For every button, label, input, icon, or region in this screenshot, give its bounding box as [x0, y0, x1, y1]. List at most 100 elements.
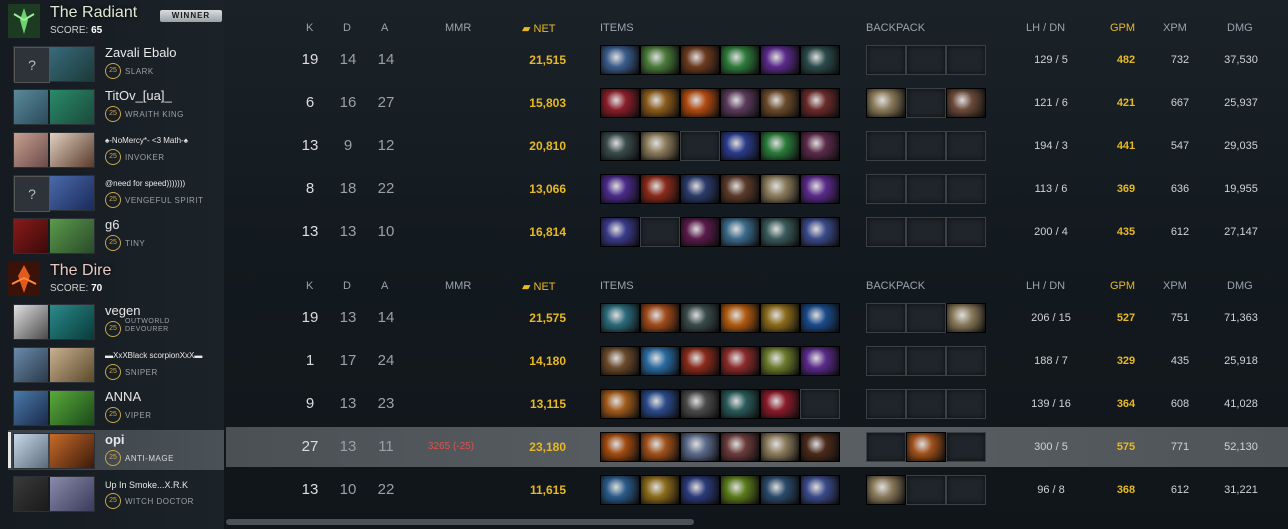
- item-slot-icon[interactable]: [760, 346, 800, 376]
- item-slot-icon[interactable]: [680, 432, 720, 462]
- dire-player-row[interactable]: ▬XxXBlack scorpionXxX▬ 25 SNIPER: [10, 344, 224, 384]
- empty-backpack-slot[interactable]: [906, 303, 946, 333]
- backpack-item-icon[interactable]: [866, 475, 906, 505]
- radiant-stat-row[interactable]: 8 18 22 13,066 369 636 19,955 113 / 6: [226, 169, 1288, 209]
- item-slot-icon[interactable]: [720, 217, 760, 247]
- backpack-item-icon[interactable]: [906, 432, 946, 462]
- item-slot-icon[interactable]: [640, 432, 680, 462]
- radiant-stat-row[interactable]: 13 9 12 20,810 441 547 29,035 194 / 3: [226, 126, 1288, 166]
- item-slot-icon[interactable]: [720, 432, 760, 462]
- header-mmr[interactable]: MMR: [445, 280, 471, 292]
- item-slot-icon[interactable]: [640, 131, 680, 161]
- header-dmg[interactable]: DMG: [1227, 280, 1253, 292]
- empty-backpack-slot[interactable]: [946, 389, 986, 419]
- empty-backpack-slot[interactable]: [866, 174, 906, 204]
- player-name[interactable]: ♠-NoMercy*- <3 Math-♠: [105, 136, 188, 145]
- item-slot-icon[interactable]: [800, 475, 840, 505]
- item-slot-icon[interactable]: [800, 45, 840, 75]
- header-kills[interactable]: K: [306, 22, 313, 34]
- radiant-player-row[interactable]: g6 25 TINY: [10, 215, 224, 255]
- empty-backpack-slot[interactable]: [866, 389, 906, 419]
- item-slot-icon[interactable]: [720, 303, 760, 333]
- item-slot-icon[interactable]: [600, 174, 640, 204]
- dire-player-row[interactable]: vegen 25 OUTWORLD DEVOURER: [10, 301, 224, 341]
- item-slot-icon[interactable]: [600, 389, 640, 419]
- item-slot-icon[interactable]: [640, 389, 680, 419]
- empty-backpack-slot[interactable]: [906, 45, 946, 75]
- dire-player-row[interactable]: ANNA 25 VIPER: [10, 387, 224, 427]
- empty-backpack-slot[interactable]: [946, 475, 986, 505]
- item-slot-icon[interactable]: [760, 475, 800, 505]
- radiant-player-row[interactable]: ♠-NoMercy*- <3 Math-♠ 25 INVOKER: [10, 129, 224, 169]
- item-slot-icon[interactable]: [680, 174, 720, 204]
- header-assists[interactable]: A: [381, 22, 388, 34]
- empty-backpack-slot[interactable]: [946, 346, 986, 376]
- backpack-item-icon[interactable]: [866, 88, 906, 118]
- empty-backpack-slot[interactable]: [906, 88, 946, 118]
- header-xpm[interactable]: XPM: [1163, 280, 1187, 292]
- header-net[interactable]: ▰ NET: [522, 280, 556, 293]
- empty-backpack-slot[interactable]: [946, 45, 986, 75]
- item-slot-icon[interactable]: [720, 88, 760, 118]
- header-assists[interactable]: A: [381, 280, 388, 292]
- item-slot-icon[interactable]: [760, 389, 800, 419]
- header-lhdn[interactable]: LH / DN: [1026, 280, 1065, 292]
- player-name[interactable]: opi: [105, 432, 125, 447]
- item-slot-icon[interactable]: [720, 45, 760, 75]
- horizontal-scrollbar[interactable]: [226, 519, 694, 525]
- player-name[interactable]: ANNA: [105, 389, 141, 404]
- player-name[interactable]: ▬XxXBlack scorpionXxX▬: [105, 351, 202, 360]
- empty-backpack-slot[interactable]: [946, 217, 986, 247]
- item-slot-icon[interactable]: [640, 346, 680, 376]
- player-name[interactable]: Zavali Ebalo: [105, 45, 177, 60]
- item-slot-icon[interactable]: [640, 45, 680, 75]
- item-slot-icon[interactable]: [680, 88, 720, 118]
- item-slot-icon[interactable]: [600, 217, 640, 247]
- empty-backpack-slot[interactable]: [906, 389, 946, 419]
- player-name[interactable]: Up In Smoke...X.R.K: [105, 480, 188, 490]
- header-net[interactable]: ▰ NET: [522, 22, 556, 35]
- empty-backpack-slot[interactable]: [866, 303, 906, 333]
- item-slot-icon[interactable]: [600, 432, 640, 462]
- header-dmg[interactable]: DMG: [1227, 22, 1253, 34]
- header-lhdn[interactable]: LH / DN: [1026, 22, 1065, 34]
- empty-backpack-slot[interactable]: [866, 432, 906, 462]
- radiant-stat-row[interactable]: 13 13 10 16,814 435 612 27,147 200 / 4: [226, 212, 1288, 252]
- header-deaths[interactable]: D: [343, 280, 351, 292]
- radiant-player-row[interactable]: ? Zavali Ebalo 25 SLARK: [10, 43, 224, 83]
- radiant-stat-row[interactable]: 6 16 27 15,803 421 667 25,937 121 / 6: [226, 83, 1288, 123]
- empty-backpack-slot[interactable]: [866, 45, 906, 75]
- item-slot-icon[interactable]: [680, 217, 720, 247]
- dire-player-row-selected[interactable]: opi 25 ANTI-MAGE: [8, 430, 224, 470]
- item-slot-icon[interactable]: [720, 174, 760, 204]
- item-slot-icon[interactable]: [640, 88, 680, 118]
- item-slot-icon[interactable]: [600, 45, 640, 75]
- empty-backpack-slot[interactable]: [906, 217, 946, 247]
- dire-player-row[interactable]: Up In Smoke...X.R.K 25 WITCH DOCTOR: [10, 473, 224, 513]
- player-name[interactable]: @need for speed))))))): [105, 179, 185, 188]
- header-deaths[interactable]: D: [343, 22, 351, 34]
- empty-backpack-slot[interactable]: [866, 346, 906, 376]
- item-slot-icon[interactable]: [800, 88, 840, 118]
- header-gpm[interactable]: GPM: [1110, 22, 1135, 34]
- item-slot-icon[interactable]: [760, 45, 800, 75]
- header-kills[interactable]: K: [306, 280, 313, 292]
- item-slot-icon[interactable]: [600, 88, 640, 118]
- radiant-player-row[interactable]: TitOv_[ua]_ 25 WRAITH KING: [10, 86, 224, 126]
- empty-backpack-slot[interactable]: [946, 131, 986, 161]
- player-name[interactable]: TitOv_[ua]_: [105, 88, 172, 103]
- item-slot-icon[interactable]: [640, 475, 680, 505]
- empty-backpack-slot[interactable]: [906, 346, 946, 376]
- backpack-item-icon[interactable]: [946, 88, 986, 118]
- item-slot-icon[interactable]: [800, 432, 840, 462]
- dire-stat-row[interactable]: 9 13 23 13,115 364 608 41,028 139 / 16: [226, 384, 1288, 424]
- item-slot-icon[interactable]: [760, 131, 800, 161]
- header-xpm[interactable]: XPM: [1163, 22, 1187, 34]
- item-slot-icon[interactable]: [800, 131, 840, 161]
- item-slot-icon[interactable]: [600, 131, 640, 161]
- item-slot-icon[interactable]: [800, 346, 840, 376]
- item-slot-icon[interactable]: [680, 475, 720, 505]
- empty-item-slot[interactable]: [680, 131, 720, 161]
- item-slot-icon[interactable]: [800, 303, 840, 333]
- item-slot-icon[interactable]: [600, 303, 640, 333]
